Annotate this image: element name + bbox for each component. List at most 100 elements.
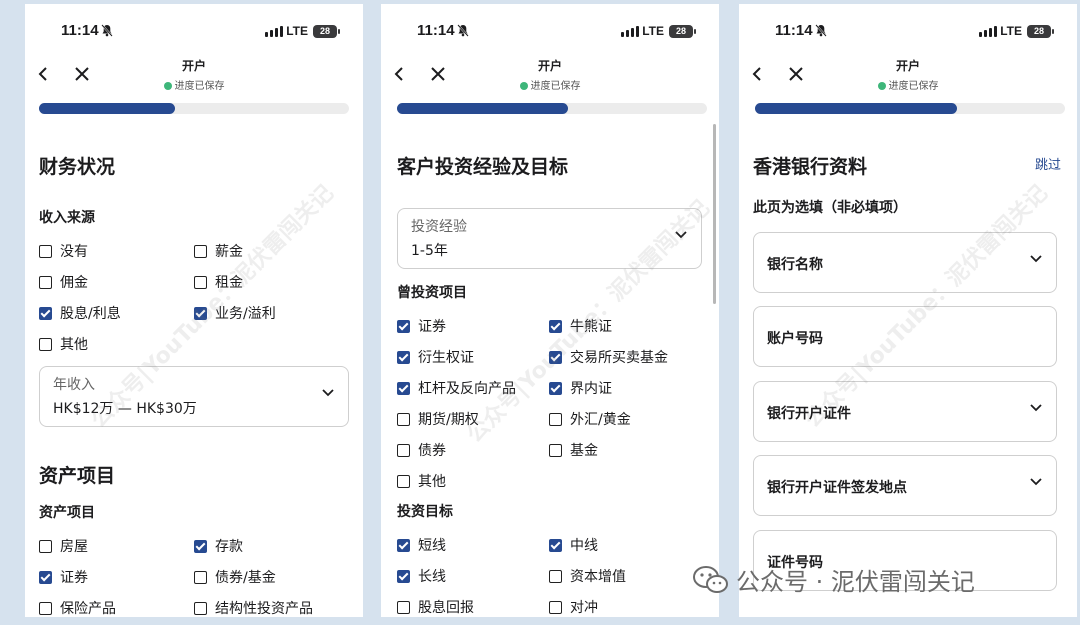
checkbox-icon[interactable] [39,601,52,615]
progress-bar [397,103,707,114]
screen-hk-bank-info: 11:14 LTE 28 开户 进度已保存 香港银行资料 跳过 此页为选填（非必… [739,4,1077,617]
checkbox-icon[interactable] [397,319,410,333]
select-label: 年收入 [53,377,95,393]
status-bar: 11:14 LTE 28 [25,22,363,44]
checkbox-label: 债券/基金 [215,570,276,586]
signal-icon [265,26,283,37]
checkbox-icon[interactable] [397,350,410,364]
checkbox-asset-deposit[interactable]: 存款 [194,536,243,556]
checkbox-past-bonds[interactable]: 债券 [397,440,446,460]
checkbox-label: 债券 [418,443,446,459]
checkbox-past-futures[interactable]: 期货/期权 [397,409,479,429]
checkbox-icon[interactable] [397,381,410,395]
checkbox-past-inline-warrants[interactable]: 界内证 [549,378,612,398]
checkbox-icon[interactable] [397,538,410,552]
checkbox-asset-insurance[interactable]: 保险产品 [39,598,116,617]
checkbox-icon[interactable] [194,539,207,553]
checkbox-income-rent[interactable]: 租金 [194,272,243,292]
checkbox-goal-long[interactable]: 长线 [397,566,446,586]
checkbox-icon[interactable] [39,539,52,553]
checkbox-icon[interactable] [39,306,52,320]
checkbox-past-funds[interactable]: 基金 [549,440,598,460]
chevron-down-icon [1030,255,1042,263]
checkbox-past-warrants[interactable]: 衍生权证 [397,347,474,367]
checkbox-icon[interactable] [549,381,562,395]
checkbox-icon[interactable] [549,412,562,426]
bank-id-document-select[interactable]: 银行开户证件 [753,381,1057,442]
checkbox-icon[interactable] [549,443,562,457]
checkbox-label: 长线 [418,569,446,585]
scrollbar[interactable] [713,124,716,304]
checkbox-icon[interactable] [194,244,207,258]
checkbox-icon[interactable] [39,244,52,258]
account-number-field[interactable]: 账户号码 [753,306,1057,367]
section-investment-goals: 投资目标 [397,504,453,520]
checkbox-label: 其他 [60,337,88,353]
nav-title: 开户 [895,59,920,73]
checkbox-income-none[interactable]: 没有 [39,241,88,261]
checkbox-icon[interactable] [39,275,52,289]
checkbox-icon[interactable] [39,570,52,584]
checkbox-asset-structured[interactable]: 结构性投资产品 [194,598,313,617]
bank-name-select[interactable]: 银行名称 [753,232,1057,293]
field-label: 银行名称 [767,257,823,273]
saved-label: 进度已保存 [888,81,939,92]
checkbox-asset-securities[interactable]: 证券 [39,567,88,587]
optional-note: 此页为选填（非必填项） [753,200,907,216]
checkbox-label: 期货/期权 [418,412,479,428]
id-issue-place-select[interactable]: 银行开户证件签发地点 [753,455,1057,516]
checkbox-past-securities[interactable]: 证券 [397,316,446,336]
saved-status: 进度已保存 [739,77,1077,92]
checkbox-icon[interactable] [397,412,410,426]
checkbox-icon[interactable] [397,569,410,583]
checkbox-icon[interactable] [549,569,562,583]
checkbox-icon[interactable] [194,570,207,584]
checkbox-goal-capital[interactable]: 资本增值 [549,566,626,586]
progress-fill [39,103,176,114]
checkbox-income-other[interactable]: 其他 [39,334,88,354]
field-label: 银行开户证件 [767,406,851,422]
checkbox-label: 对冲 [570,600,598,616]
checkbox-label: 交易所买卖基金 [570,350,668,366]
checkbox-past-leveraged[interactable]: 杠杆及反向产品 [397,378,516,398]
checkbox-income-salary[interactable]: 薪金 [194,241,243,261]
checkbox-income-commission[interactable]: 佣金 [39,272,88,292]
checkbox-icon[interactable] [397,474,410,488]
checkbox-icon[interactable] [194,306,207,320]
checkbox-goal-dividend[interactable]: 股息回报 [397,597,474,617]
checkbox-label: 资本增值 [570,569,626,585]
checkbox-label: 业务/溢利 [215,306,276,322]
checkbox-label: 基金 [570,443,598,459]
checkbox-goal-medium[interactable]: 中线 [549,535,598,555]
checkbox-income-dividend[interactable]: 股息/利息 [39,303,121,323]
checkbox-icon[interactable] [549,600,562,614]
investment-experience-select[interactable]: 投资经验 1-5年 [397,208,702,269]
checkbox-past-forex[interactable]: 外汇/黄金 [549,409,631,429]
checkbox-past-other[interactable]: 其他 [397,471,446,491]
checkbox-icon[interactable] [194,275,207,289]
annual-income-select[interactable]: 年收入 HK$12万 — HK$30万 [39,366,349,427]
checkbox-icon[interactable] [549,538,562,552]
checkbox-icon[interactable] [549,350,562,364]
checkbox-icon[interactable] [397,443,410,457]
status-time: 11:14 [775,22,813,39]
checkbox-goal-short[interactable]: 短线 [397,535,446,555]
progress-bar [39,103,349,114]
checkbox-label: 房屋 [60,539,88,555]
section-past-investments: 曾投资项目 [397,285,467,301]
skip-button[interactable]: 跳过 [1035,154,1061,173]
checkbox-past-etf[interactable]: 交易所买卖基金 [549,347,668,367]
checkbox-income-business[interactable]: 业务/溢利 [194,303,276,323]
checkbox-label: 证券 [60,570,88,586]
checkbox-icon[interactable] [194,601,207,615]
checkbox-asset-bonds[interactable]: 债券/基金 [194,567,276,587]
checkbox-icon[interactable] [397,600,410,614]
checkbox-asset-property[interactable]: 房屋 [39,536,88,556]
bell-muted-icon [815,24,827,37]
checkbox-icon[interactable] [39,337,52,351]
checkbox-past-cbbc[interactable]: 牛熊证 [549,316,612,336]
checkbox-icon[interactable] [549,319,562,333]
saved-status: 进度已保存 [381,77,719,92]
chevron-down-icon [675,231,687,239]
checkbox-goal-hedge[interactable]: 对冲 [549,597,598,617]
